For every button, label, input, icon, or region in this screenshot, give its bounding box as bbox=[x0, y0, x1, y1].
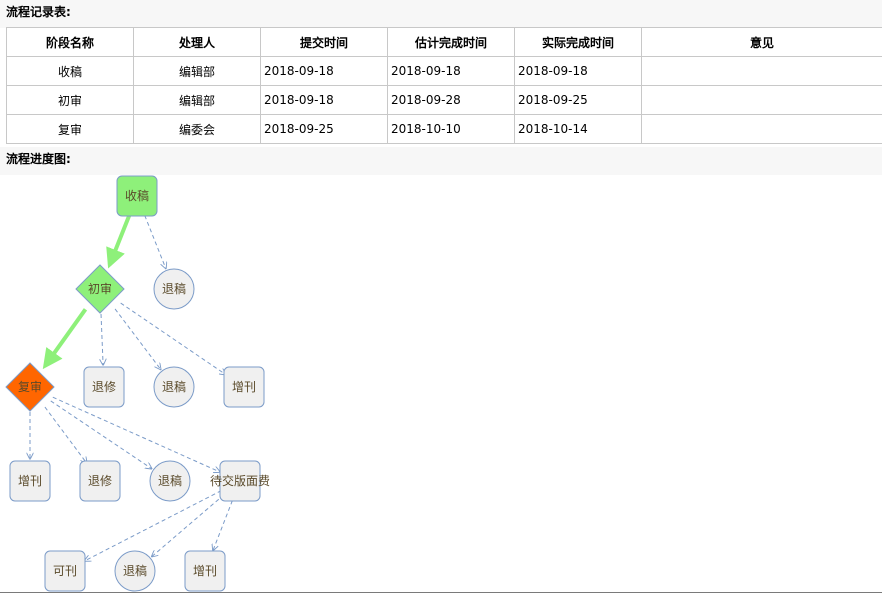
flow-node-tuixiu2: 退修 bbox=[79, 460, 121, 502]
flow-node-tuigao4: 退稿 bbox=[114, 550, 156, 592]
bottom-divider bbox=[0, 592, 882, 593]
flow-node-label: 退稿 bbox=[123, 563, 147, 578]
flow-edge-option bbox=[213, 500, 233, 551]
flow-edge-option bbox=[120, 302, 226, 375]
flow-node-tuigao3: 退稿 bbox=[149, 460, 191, 502]
flow-edge-active bbox=[42, 308, 88, 370]
flow-edge-option bbox=[144, 215, 166, 269]
flow-node-label: 增刊 bbox=[232, 380, 256, 394]
flow-node-kekan: 可刊 bbox=[44, 550, 86, 592]
flow-edge-active bbox=[106, 214, 132, 269]
flow-node-label: 可刊 bbox=[53, 564, 77, 578]
flow-node-shougao: 收稿 bbox=[116, 175, 158, 217]
flow-edge-option bbox=[101, 313, 103, 365]
flow-edge-option bbox=[52, 396, 220, 472]
flow-chart: 收稿初审复审退稿退修 退稿 增刊增刊 退修 退稿 待交版面费可刊 退稿 增刊 bbox=[5, 175, 270, 592]
flow-node-zengkan3: 增刊 bbox=[184, 550, 226, 592]
flow-node-label: 初审 bbox=[88, 281, 112, 296]
flow-node-label: 增刊 bbox=[18, 474, 42, 488]
flow-node-chushen: 初审 bbox=[75, 264, 125, 314]
flow-node-tuigao1: 退稿 bbox=[153, 268, 195, 310]
flow-node-label: 待交版面费 bbox=[210, 473, 270, 488]
flow-node-fushen: 复审 bbox=[5, 362, 55, 412]
flow-edges bbox=[30, 214, 233, 561]
flow-node-label: 退稿 bbox=[162, 281, 186, 296]
flow-node-label: 复审 bbox=[18, 379, 42, 394]
flow-node-zengkan2: 增刊 bbox=[9, 460, 51, 502]
flow-node-label: 退修 bbox=[88, 473, 112, 488]
flow-node-label: 退稿 bbox=[162, 379, 186, 394]
flow-node-daijiao: 待交版面费 bbox=[210, 460, 270, 502]
flow-nodes: 收稿初审复审退稿退修 退稿 增刊增刊 退修 退稿 待交版面费可刊 退稿 增刊 bbox=[5, 175, 270, 592]
flow-node-label: 增刊 bbox=[193, 564, 217, 578]
flow-node-label: 收稿 bbox=[125, 188, 149, 203]
flow-node-zengkan1: 增刊 bbox=[223, 366, 265, 408]
flow-node-tuigao2: 退稿 bbox=[153, 366, 195, 408]
flow-node-tuixiu1: 退修 bbox=[83, 366, 125, 408]
flow-edge-option bbox=[114, 308, 161, 369]
flow-node-label: 退稿 bbox=[158, 473, 182, 488]
flow-edge-option bbox=[152, 494, 225, 557]
flow-node-label: 退修 bbox=[92, 379, 116, 394]
flow-edge-option bbox=[44, 406, 87, 463]
